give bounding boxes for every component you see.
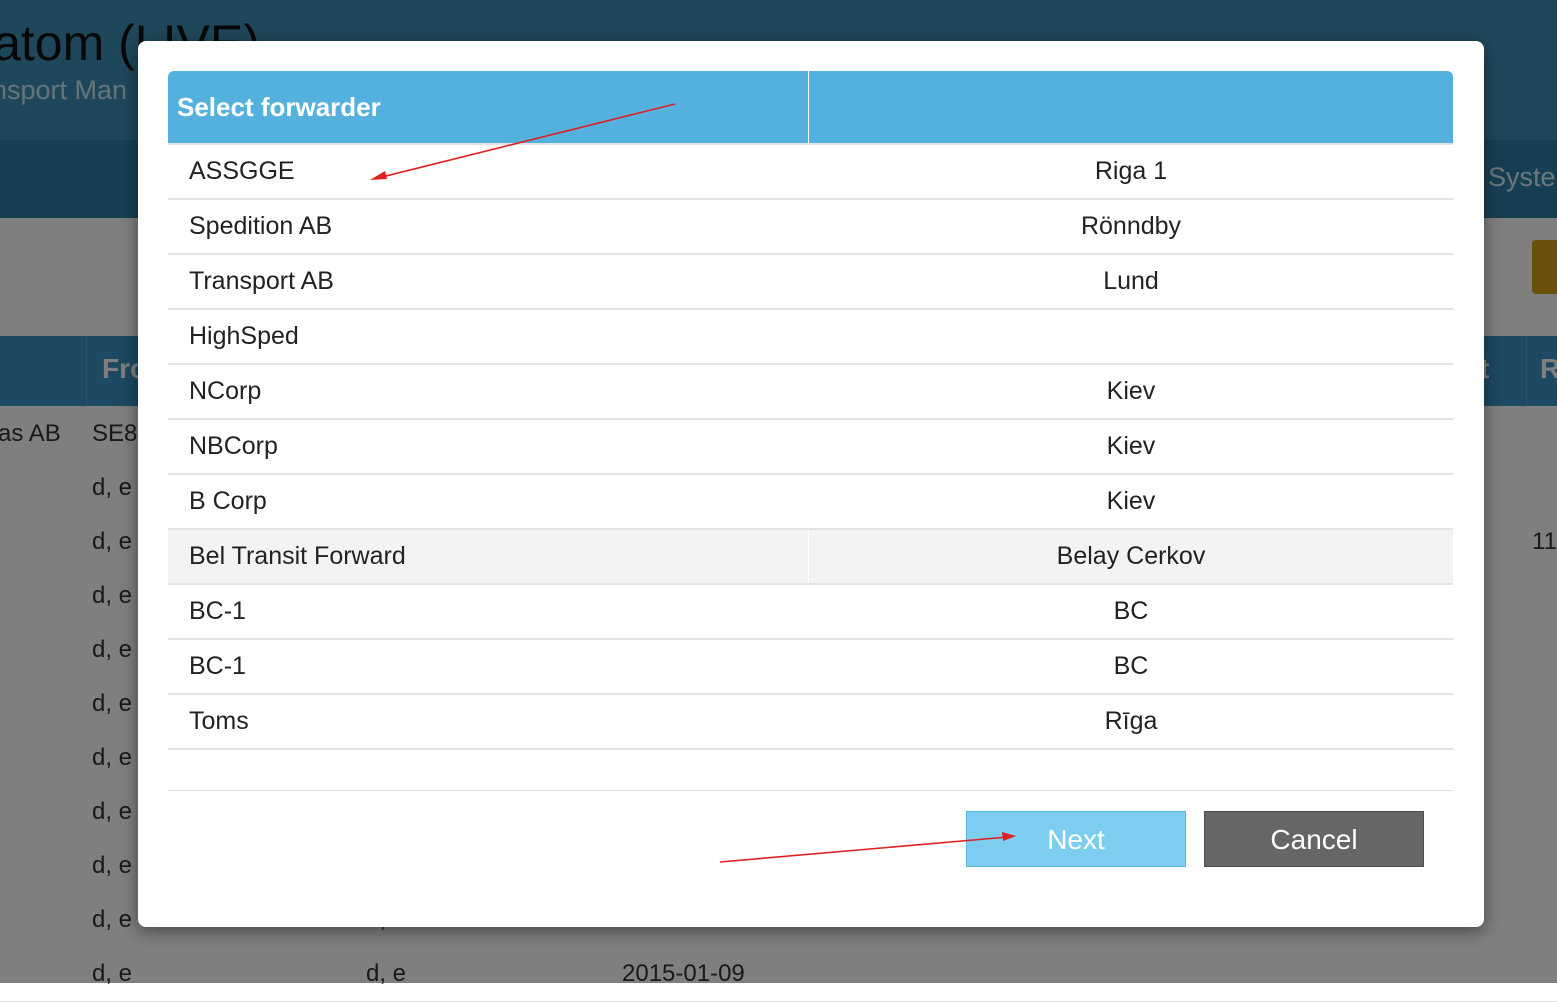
cancel-button[interactable]: Cancel	[1204, 811, 1424, 867]
forwarder-row[interactable]: NCorp Kiev	[168, 365, 1453, 420]
forwarder-row[interactable]: B Corp Kiev	[168, 475, 1453, 530]
forwarder-city: BC	[1113, 652, 1149, 680]
forwarder-name: Spedition AB	[189, 212, 333, 240]
forwarder-row[interactable]: Toms Rīga	[168, 695, 1453, 750]
forwarder-name: BC-1	[189, 597, 246, 625]
forwarder-row[interactable]: Transport AB Lund	[168, 255, 1453, 310]
forwarder-city: Rīga	[1104, 707, 1158, 735]
forwarder-name: Transport AB	[189, 267, 334, 295]
forwarder-name: Toms	[189, 707, 249, 735]
forwarder-city: Kiev	[1106, 377, 1156, 405]
forwarder-row[interactable]: BC-1 BC	[168, 640, 1453, 695]
forwarder-table-header: Select forwarder	[168, 71, 1453, 143]
forwarder-city: Belay Cerkov	[1056, 542, 1206, 570]
forwarder-header-title: Select forwarder	[168, 71, 809, 143]
forwarder-name: B Corp	[189, 487, 267, 515]
forwarder-name: NBCorp	[189, 432, 278, 460]
forwarder-name: Bel Transit Forward	[168, 530, 809, 583]
forwarder-city: Rönndby	[1080, 212, 1182, 240]
forwarder-city: Kiev	[1106, 432, 1156, 460]
select-forwarder-dialog: Select forwarder ASSGGE Riga 1 Spedition A…	[138, 41, 1484, 927]
forwarder-row[interactable]: NBCorp Kiev	[168, 420, 1453, 475]
forwarder-city	[809, 310, 1453, 363]
forwarder-row[interactable]: BC-1 BC	[168, 585, 1453, 640]
forwarder-header-city	[809, 71, 1453, 143]
forwarder-table: Select forwarder ASSGGE Riga 1 Spedition A…	[168, 71, 1453, 791]
forwarder-row[interactable]: HighSped	[168, 310, 1453, 365]
forwarder-name: BC-1	[189, 652, 246, 680]
forwarder-city: Riga 1	[1094, 157, 1168, 185]
forwarder-city: BC	[1113, 597, 1149, 625]
forwarder-city: Lund	[1103, 267, 1159, 295]
forwarder-row[interactable]: ASSGGE Riga 1	[168, 143, 1453, 200]
forwarder-empty-row	[168, 750, 1453, 791]
forwarder-name: NCorp	[189, 377, 262, 405]
forwarder-city: Kiev	[1106, 487, 1156, 515]
forwarder-name: HighSped	[189, 322, 299, 350]
next-button[interactable]: Next	[966, 811, 1186, 867]
forwarder-row[interactable]: Bel Transit Forward Belay Cerkov	[168, 530, 1453, 585]
forwarder-name: ASSGGE	[189, 157, 295, 185]
forwarder-row[interactable]: Spedition AB Rönndby	[168, 200, 1453, 255]
forwarder-table-body: ASSGGE Riga 1 Spedition AB Rönndby Transport…	[168, 143, 1453, 750]
